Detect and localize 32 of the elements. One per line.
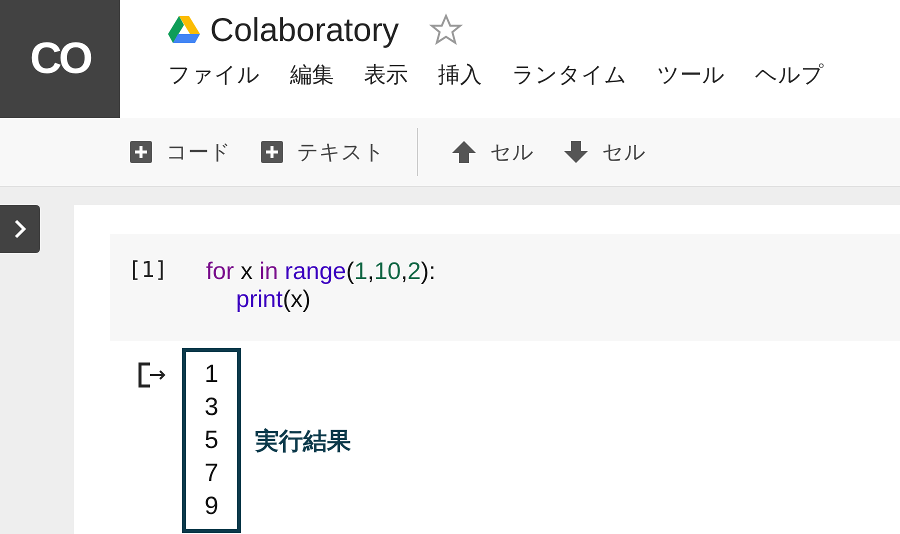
- menu-item[interactable]: 編集: [290, 60, 334, 90]
- logo: CO: [0, 0, 120, 118]
- chevron-right-icon: [13, 219, 27, 239]
- add-icon: [261, 141, 283, 163]
- code-line: for x in range(1,10,2):: [206, 258, 436, 286]
- add-cell-button[interactable]: コード: [130, 138, 231, 166]
- output-line: 5: [204, 425, 218, 456]
- output-icon: [138, 362, 168, 388]
- annotation-label: 実行結果: [255, 426, 351, 456]
- add-cell-button[interactable]: テキスト: [261, 138, 385, 166]
- notebook-title[interactable]: Colaboratory: [210, 11, 399, 49]
- code-cell[interactable]: [1] for x in range(1,10,2): print(x): [110, 234, 900, 341]
- move-up-button[interactable]: セル: [452, 138, 534, 166]
- output-line: 3: [204, 392, 218, 423]
- code-line: print(x): [235, 286, 312, 314]
- star-icon[interactable]: [428, 13, 463, 47]
- output-line: 9: [204, 491, 218, 522]
- menu-item[interactable]: ツール: [657, 60, 725, 90]
- output-line: 7: [204, 458, 218, 489]
- output-line: 1: [204, 359, 218, 390]
- drive-icon: [168, 16, 200, 44]
- execution-count: [1]: [127, 258, 169, 285]
- sidebar-toggle-button[interactable]: [0, 205, 40, 253]
- menu-item[interactable]: ヘルプ: [755, 60, 824, 90]
- move-down-button[interactable]: セル: [564, 138, 646, 166]
- add-icon: [130, 141, 152, 163]
- arrow-down-icon: [564, 141, 588, 163]
- arrow-up-icon: [452, 141, 476, 163]
- menu-item[interactable]: 挿入: [438, 60, 482, 90]
- menu-item[interactable]: ランタイム: [512, 60, 627, 90]
- menu-item[interactable]: ファイル: [168, 60, 260, 90]
- menu-item[interactable]: 表示: [364, 60, 408, 90]
